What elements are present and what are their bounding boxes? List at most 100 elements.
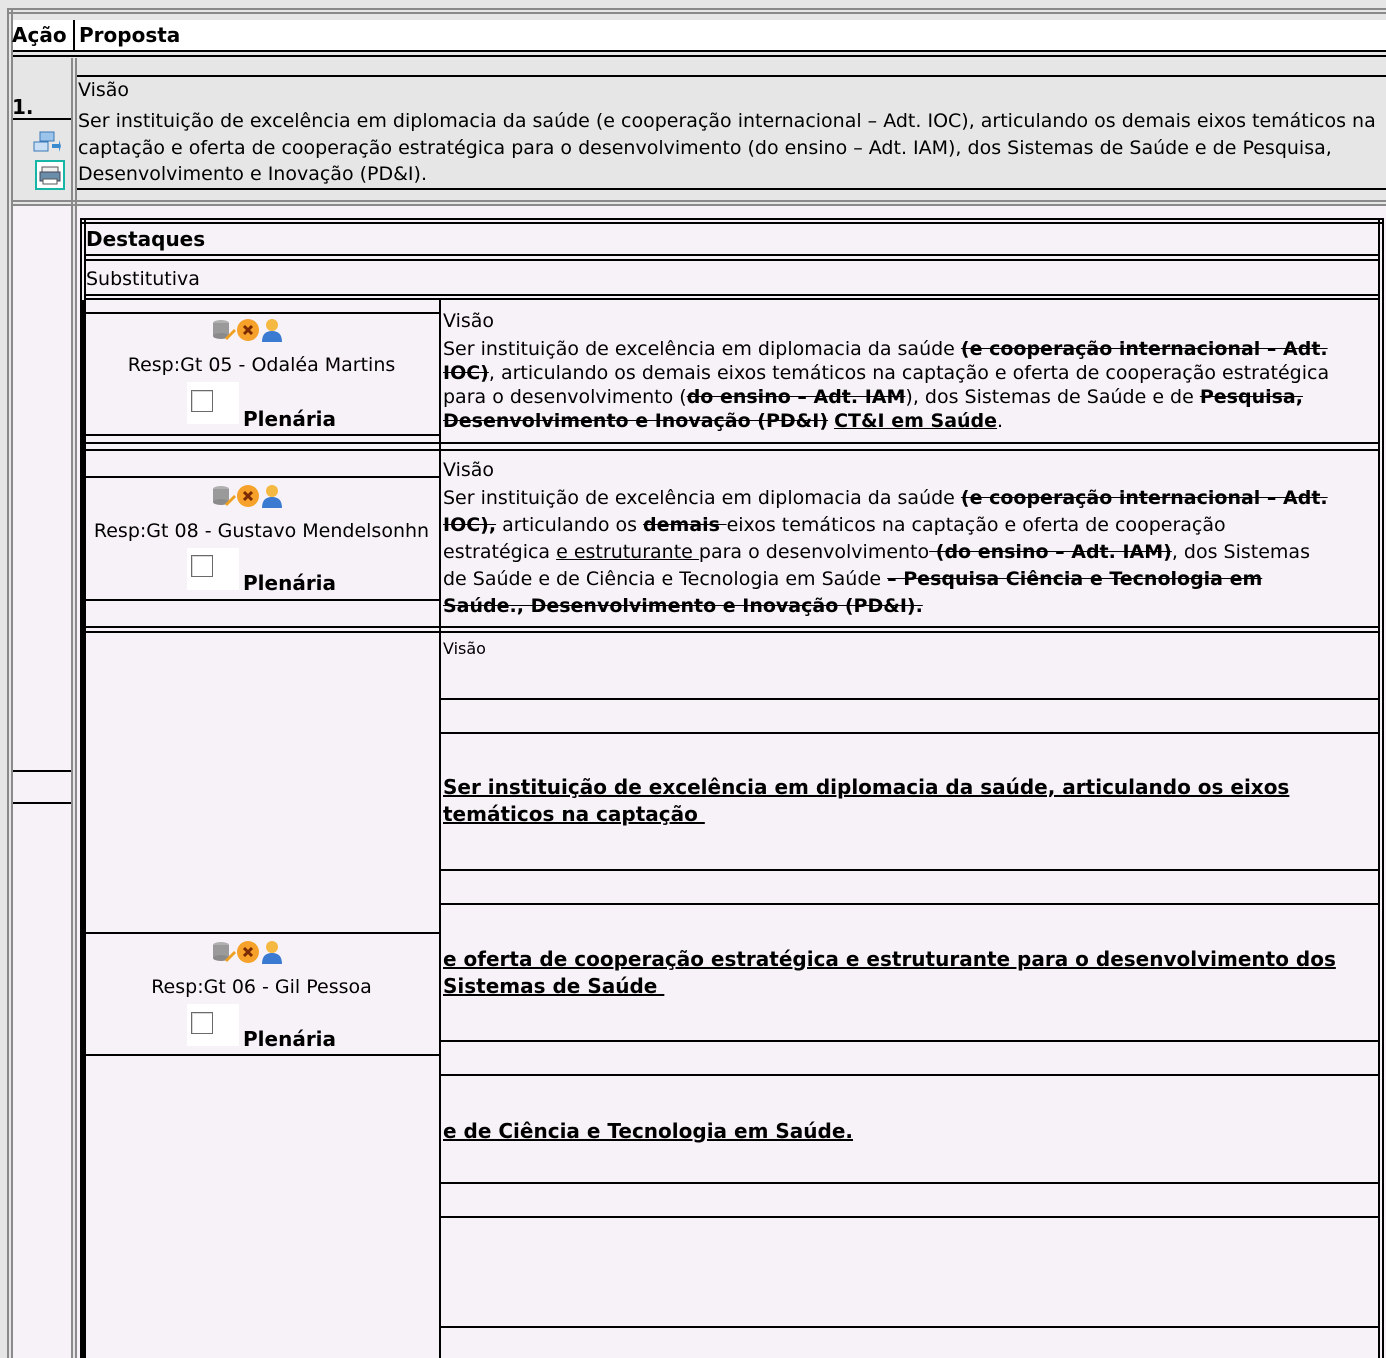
database-edit-icon[interactable] — [212, 484, 236, 508]
entry1-line4: Desenvolvimento e Inovação (PD&I) CT&I e… — [443, 410, 1003, 433]
user-icon[interactable] — [260, 940, 284, 964]
frame-border-left — [7, 10, 9, 1358]
header-bottom-line — [13, 50, 1386, 52]
hl-type-line-2 — [84, 298, 1380, 300]
entry2-t4: estratégica — [443, 541, 557, 563]
entry2-line5: Saúde., Desenvolvimento e Inovação (PD&I… — [443, 595, 923, 618]
entry1-top — [84, 312, 439, 314]
entry3-rule-3 — [441, 869, 1378, 871]
delete-icon[interactable] — [236, 484, 260, 508]
delete-icon[interactable] — [236, 318, 260, 342]
database-edit-icon[interactable] — [212, 940, 236, 964]
entry3-rule-5 — [441, 1040, 1378, 1042]
entry3-p2a: e oferta de cooperação estratégica e est… — [443, 947, 1336, 971]
highlights-type: Substitutiva — [86, 268, 200, 290]
entry3-resp-top — [84, 932, 439, 934]
column-header-acao: Ação — [12, 23, 67, 47]
action-col-line — [13, 770, 71, 772]
entry2-d5: – Pesquisa Ciência e Tecnologia em — [887, 568, 1263, 590]
hl-top-border — [80, 218, 1384, 220]
entry3-rule-7 — [441, 1182, 1378, 1184]
entry1-plenaria-label: Plenária — [243, 407, 337, 431]
entry1-t4: ), dos Sistemas de Saúde e de — [905, 386, 1200, 408]
database-edit-icon[interactable] — [212, 318, 236, 342]
entry3-vision-label: Visão — [443, 639, 486, 658]
frame-border-top — [7, 8, 1386, 10]
entry2-t1: Ser instituição de excelência em diploma… — [443, 487, 961, 509]
item-vision-text: Ser instituição de excelência em diploma… — [78, 110, 1376, 185]
hl-title-line — [84, 254, 1380, 256]
entry2-resp-top — [84, 476, 439, 478]
entry3-top — [84, 631, 1380, 633]
entry2-t3: eixos temáticos na captação e oferta de … — [726, 514, 1226, 536]
transfer-icon[interactable] — [32, 130, 62, 154]
printer-icon[interactable] — [35, 160, 65, 190]
user-icon[interactable] — [260, 318, 284, 342]
entry1-resp-bottom — [84, 434, 439, 436]
entry2-t7: de Saúde e de Ciência e Tecnologia em Sa… — [443, 568, 888, 590]
entry1-d1: (e cooperação internacional – Adt. — [960, 338, 1328, 360]
header-divider — [73, 20, 75, 50]
hl-left-border-2 — [84, 218, 86, 1358]
entry2-t6: , dos Sistemas — [1171, 541, 1310, 563]
entry3-p1a: Ser instituição de excelência em diploma… — [443, 775, 1290, 799]
entry2-line4: de Saúde e de Ciência e Tecnologia em Sa… — [443, 568, 1262, 591]
entry1-line2: IOC), articulando os demais eixos temáti… — [443, 362, 1329, 385]
action-column — [13, 206, 71, 1358]
entry2-plenaria-label: Plenária — [243, 571, 337, 595]
entry3-plenaria-checkbox[interactable] — [191, 1012, 213, 1034]
item-bottom-line-2 — [13, 200, 1386, 202]
column-header-proposta: Proposta — [79, 23, 181, 47]
hl-top-border-2 — [80, 222, 1384, 224]
entry1-t5: . — [997, 410, 1004, 432]
entry1-resp: Resp:Gt 05 - Odaléa Martins — [127, 354, 396, 376]
entry2-d4: (do ensino – Adt. IAM) — [929, 541, 1172, 563]
item-number: 1. — [12, 95, 34, 119]
entry1-plenaria-checkbox[interactable] — [191, 390, 213, 412]
entry2-vision-label: Visão — [443, 459, 495, 481]
entry3-p1b: temáticos na captação — [443, 802, 705, 826]
entry3-plenaria-label: Plenária — [243, 1027, 337, 1051]
entry1-line3: para o desenvolvimento (do ensino – Adt.… — [443, 386, 1303, 409]
entry3-p2b: Sistemas de Saúde — [443, 974, 665, 998]
entry2-line2: IOC), articulando os demais eixos temáti… — [443, 514, 1226, 537]
entry1-d5: Desenvolvimento e Inovação (PD&I) — [443, 410, 829, 432]
highlights-title: Destaques — [86, 227, 206, 251]
entry1-bottom — [84, 442, 1380, 444]
item-bottom-line — [77, 188, 1386, 190]
entry1-d3: do ensino – Adt. IAM — [686, 386, 906, 408]
entry3-rule-2 — [441, 732, 1378, 734]
action-col-line-2 — [13, 802, 71, 804]
hl-resp-divider — [439, 300, 441, 1358]
item-top-line — [77, 75, 1386, 77]
hl-right-border — [1378, 218, 1380, 1358]
entry2-d1: (e cooperação internacional – Adt. — [960, 487, 1328, 509]
hl-right-border-2 — [1382, 218, 1384, 1358]
item-vision-label: Visão — [78, 79, 130, 101]
hl-type-line — [84, 294, 1380, 296]
entry1-i1: CT&I em Saúde — [834, 410, 998, 432]
entry2-t2: articulando os — [496, 514, 644, 536]
entry2-resp: Resp:Gt 08 - Gustavo Mendelsonhn — [93, 520, 430, 542]
entry2-d3: demais — [643, 514, 727, 536]
entry2-resp-bottom — [84, 599, 439, 601]
entry1-d2: IOC) — [443, 362, 489, 384]
entry1-vision-label: Visão — [443, 310, 495, 332]
entry2-i1: e estruturante — [556, 541, 699, 563]
header-row — [13, 20, 1386, 50]
entry3-rule-4 — [441, 903, 1378, 905]
delete-icon[interactable] — [236, 940, 260, 964]
entry2-line1: Ser instituição de excelência em diploma… — [443, 487, 1328, 510]
entry2-plenaria-checkbox[interactable] — [191, 555, 213, 577]
entry3-rule-1 — [441, 698, 1378, 700]
entry1-line1: Ser instituição de excelência em diploma… — [443, 338, 1328, 361]
entry2-line3: estratégica e estruturante para o desenv… — [443, 541, 1310, 564]
entry3-rule-6 — [441, 1074, 1378, 1076]
entry3-rule-9 — [441, 1326, 1378, 1328]
entry2-t5: para o desenvolvimento — [698, 541, 930, 563]
item-col-divider — [71, 58, 73, 1358]
entry3-resp-bottom — [84, 1054, 439, 1056]
entry2-top — [84, 449, 1380, 451]
user-icon[interactable] — [260, 484, 284, 508]
entry2-bottom — [84, 626, 1380, 628]
